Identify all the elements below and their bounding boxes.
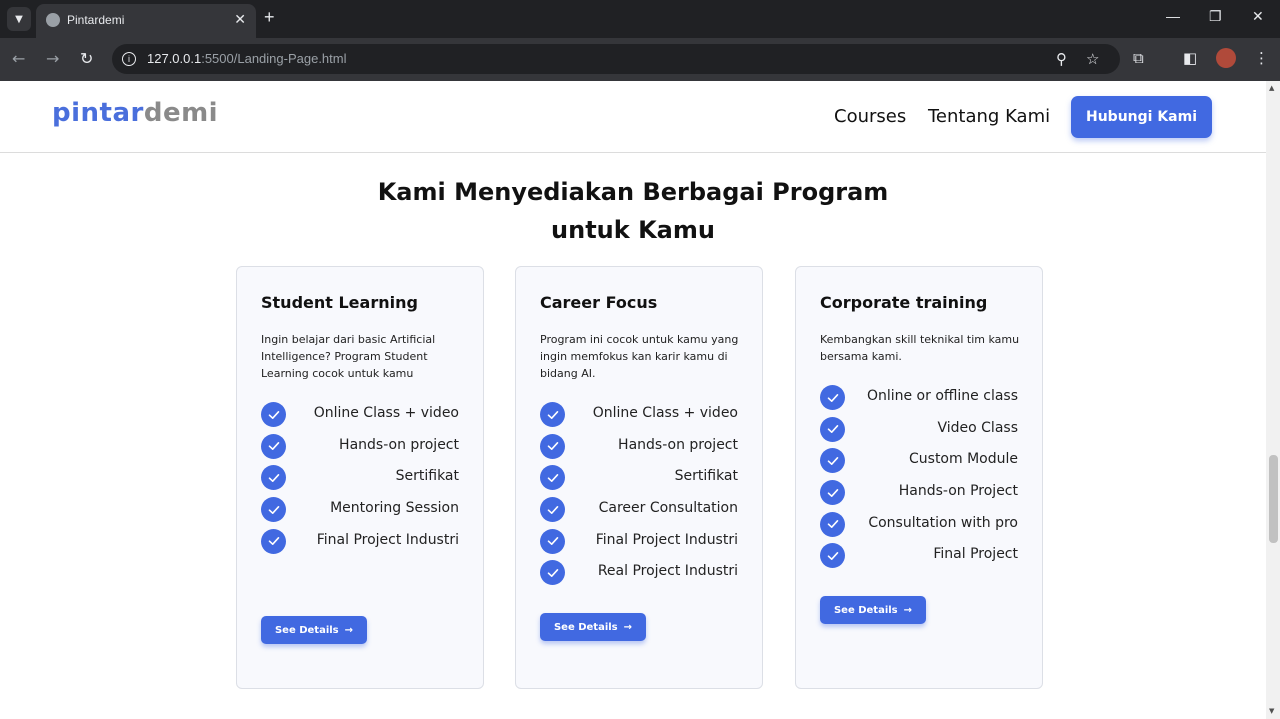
check-icon bbox=[820, 511, 845, 537]
list-item: Online Class + video bbox=[540, 399, 738, 431]
card-description: Program ini cocok untuk kamu yang ingin … bbox=[540, 333, 739, 380]
minimize-icon[interactable]: — bbox=[1166, 8, 1180, 24]
check-icon bbox=[261, 528, 286, 554]
program-card-corporate-training: Corporate training Kembangkan skill tekn… bbox=[795, 266, 1043, 689]
check-icon bbox=[540, 497, 565, 523]
zoom-icon[interactable]: ⚲ bbox=[1056, 50, 1067, 68]
section-heading: Kami Menyediakan Berbagai Program untuk … bbox=[377, 178, 889, 244]
check-icon bbox=[261, 465, 286, 491]
list-item: Hands-on project bbox=[540, 431, 738, 463]
scroll-thumb[interactable] bbox=[1269, 455, 1278, 543]
check-icon bbox=[540, 433, 565, 459]
check-icon bbox=[261, 433, 286, 459]
browser-tab[interactable]: Pintardemi ✕ bbox=[36, 4, 256, 38]
site-info-icon[interactable]: i bbox=[122, 52, 136, 66]
favicon-icon bbox=[46, 13, 60, 27]
list-item: Custom Module bbox=[820, 445, 1018, 477]
browser-tab-bar: ▼ Pintardemi ✕ + — ❐ ✕ bbox=[0, 0, 1280, 38]
list-item: Final Project Industri bbox=[540, 526, 738, 558]
see-details-button[interactable]: See Details → bbox=[261, 616, 367, 644]
card-title: Corporate training bbox=[820, 293, 988, 312]
feature-list: Online Class + video Hands-on project Se… bbox=[540, 399, 738, 589]
check-icon bbox=[820, 416, 845, 442]
arrow-right-icon: → bbox=[344, 624, 354, 636]
list-item: Sertifikat bbox=[261, 462, 459, 494]
list-item: Career Consultation bbox=[540, 494, 738, 526]
nav-link-tentang-kami[interactable]: Tentang Kami bbox=[928, 106, 1050, 127]
arrow-right-icon: → bbox=[623, 621, 633, 633]
reload-icon[interactable]: ↻ bbox=[80, 49, 93, 68]
program-card-career-focus: Career Focus Program ini cocok untuk kam… bbox=[515, 266, 763, 689]
see-details-button[interactable]: See Details → bbox=[540, 613, 646, 641]
nav-link-courses[interactable]: Courses bbox=[834, 106, 906, 127]
feature-list: Online or offline class Video Class Cust… bbox=[820, 382, 1018, 572]
back-icon[interactable]: ← bbox=[12, 49, 25, 68]
list-item: Online or offline class bbox=[820, 382, 1018, 414]
card-description: Kembangkan skill teknikal tim kamu bersa… bbox=[820, 333, 1020, 363]
menu-icon[interactable]: ⋮ bbox=[1254, 49, 1269, 67]
check-icon bbox=[820, 480, 845, 506]
url-text[interactable]: 127.0.0.1:5500/Landing-Page.html bbox=[147, 51, 347, 66]
check-icon bbox=[261, 497, 286, 523]
bookmark-star-icon[interactable]: ☆ bbox=[1086, 50, 1099, 68]
page-scrollbar[interactable]: ▲ ▼ bbox=[1266, 81, 1280, 719]
check-icon bbox=[540, 528, 565, 554]
program-card-student-learning: Student Learning Ingin belajar dari basi… bbox=[236, 266, 484, 689]
logo[interactable]: pintardemi bbox=[52, 98, 218, 128]
tab-title: Pintardemi bbox=[67, 13, 125, 27]
scroll-down-icon[interactable]: ▼ bbox=[1269, 707, 1274, 715]
check-icon bbox=[540, 402, 565, 427]
extensions-icon[interactable]: ⧉ bbox=[1133, 49, 1144, 67]
close-window-icon[interactable]: ✕ bbox=[1252, 8, 1264, 25]
tab-search-icon[interactable]: ▼ bbox=[7, 7, 31, 31]
list-item: Hands-on Project bbox=[820, 477, 1018, 509]
close-tab-icon[interactable]: ✕ bbox=[234, 11, 246, 28]
list-item: Video Class bbox=[820, 414, 1018, 446]
check-icon bbox=[540, 560, 565, 586]
list-item: Hands-on project bbox=[261, 431, 459, 463]
feature-list: Online Class + video Hands-on project Se… bbox=[261, 399, 459, 557]
list-item: Sertifikat bbox=[540, 462, 738, 494]
list-item: Real Project Industri bbox=[540, 557, 738, 589]
check-icon bbox=[261, 402, 286, 427]
check-icon bbox=[540, 465, 565, 491]
restore-icon[interactable]: ❐ bbox=[1209, 8, 1222, 25]
card-description: Ingin belajar dari basic Artificial Inte… bbox=[261, 333, 436, 380]
list-item: Mentoring Session bbox=[261, 494, 459, 526]
scroll-up-icon[interactable]: ▲ bbox=[1269, 84, 1274, 92]
browser-toolbar: ← → ↻ i 127.0.0.1:5500/Landing-Page.html… bbox=[0, 38, 1280, 81]
see-details-button[interactable]: See Details → bbox=[820, 596, 926, 624]
list-item: Consultation with pro bbox=[820, 509, 1018, 541]
card-title: Student Learning bbox=[261, 293, 418, 312]
page: pintardemi Courses Tentang Kami Hubungi … bbox=[0, 81, 1266, 719]
profile-avatar[interactable] bbox=[1216, 48, 1236, 68]
check-icon bbox=[820, 543, 845, 569]
hubungi-kami-button[interactable]: Hubungi Kami bbox=[1071, 96, 1212, 138]
list-item: Online Class + video bbox=[261, 399, 459, 431]
new-tab-button[interactable]: + bbox=[264, 7, 275, 28]
check-icon bbox=[820, 448, 845, 474]
list-item: Final Project bbox=[820, 540, 1018, 572]
list-item: Final Project Industri bbox=[261, 526, 459, 558]
arrow-right-icon: → bbox=[903, 604, 913, 616]
forward-icon[interactable]: → bbox=[46, 49, 59, 68]
card-title: Career Focus bbox=[540, 293, 658, 312]
side-panel-icon[interactable]: ◧ bbox=[1183, 49, 1197, 67]
address-bar[interactable]: i 127.0.0.1:5500/Landing-Page.html ⚲ ☆ bbox=[112, 44, 1120, 74]
check-icon bbox=[820, 385, 845, 410]
site-navbar: pintardemi Courses Tentang Kami Hubungi … bbox=[0, 81, 1266, 153]
